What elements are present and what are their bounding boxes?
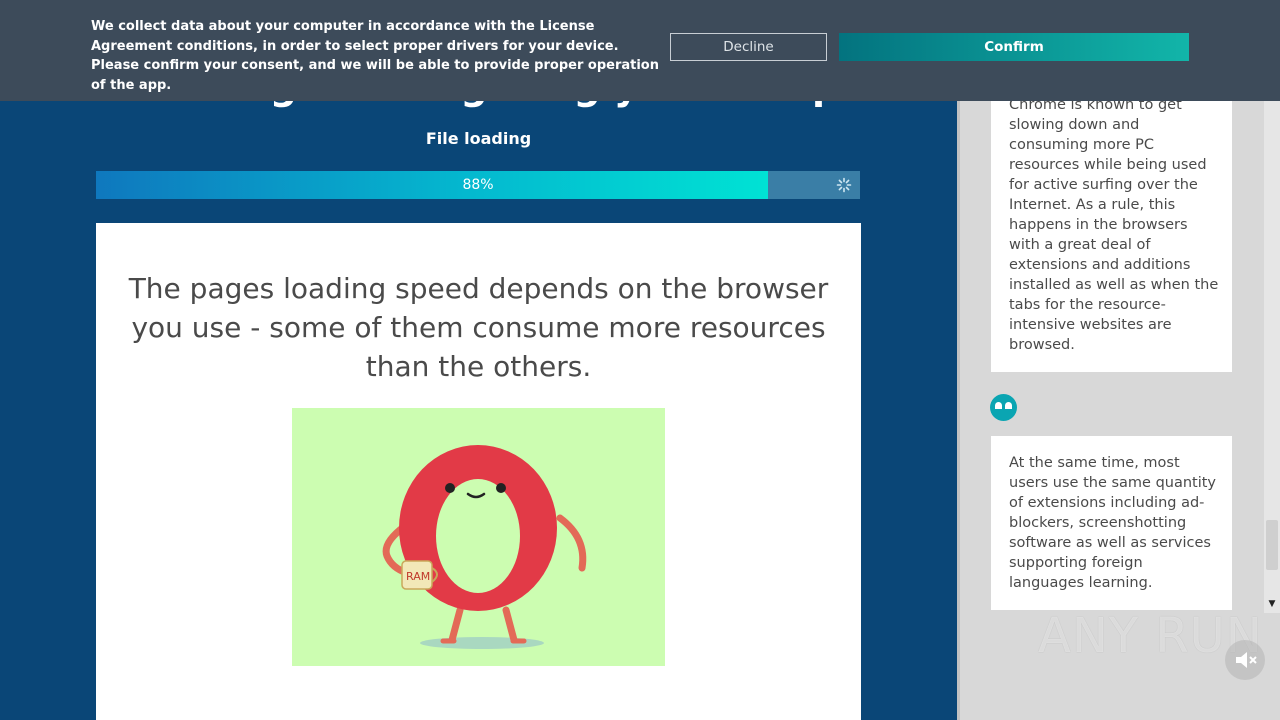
chat-panel-edge	[957, 0, 960, 720]
scroll-down-arrow-icon[interactable]: ▼	[1264, 596, 1280, 612]
chat-scrollbar-thumb[interactable]	[1266, 520, 1278, 570]
bot-avatar-icon	[990, 394, 1017, 421]
info-card-text: The pages loading speed depends on the b…	[128, 272, 829, 383]
ram-mug-icon: RAM	[401, 560, 438, 590]
decline-button[interactable]: Decline	[670, 33, 827, 61]
progress-percent-label: 88%	[462, 177, 494, 193]
consent-message: We collect data about your computer in a…	[91, 19, 659, 93]
opera-mascot-image: RAM	[382, 445, 587, 649]
confirm-button[interactable]: Confirm	[839, 33, 1189, 61]
consent-banner: We collect data about your computer in a…	[0, 0, 1280, 101]
file-loading-label: File loading	[425, 129, 532, 148]
loading-spinner-icon	[836, 177, 852, 193]
chat-message-2: At the same time, most users use the sam…	[991, 436, 1232, 610]
mug-label: RAM	[406, 570, 430, 583]
chat-message-1: Chrome is known to get slowing down and …	[991, 86, 1232, 372]
mute-icon[interactable]	[1225, 640, 1265, 680]
progress-bar: 88%	[96, 171, 860, 199]
opera-mascot-illustration: RAM	[292, 408, 665, 666]
info-card: The pages loading speed depends on the b…	[96, 223, 861, 720]
installer-main-area: Installing & configuring your computer F…	[0, 0, 957, 720]
